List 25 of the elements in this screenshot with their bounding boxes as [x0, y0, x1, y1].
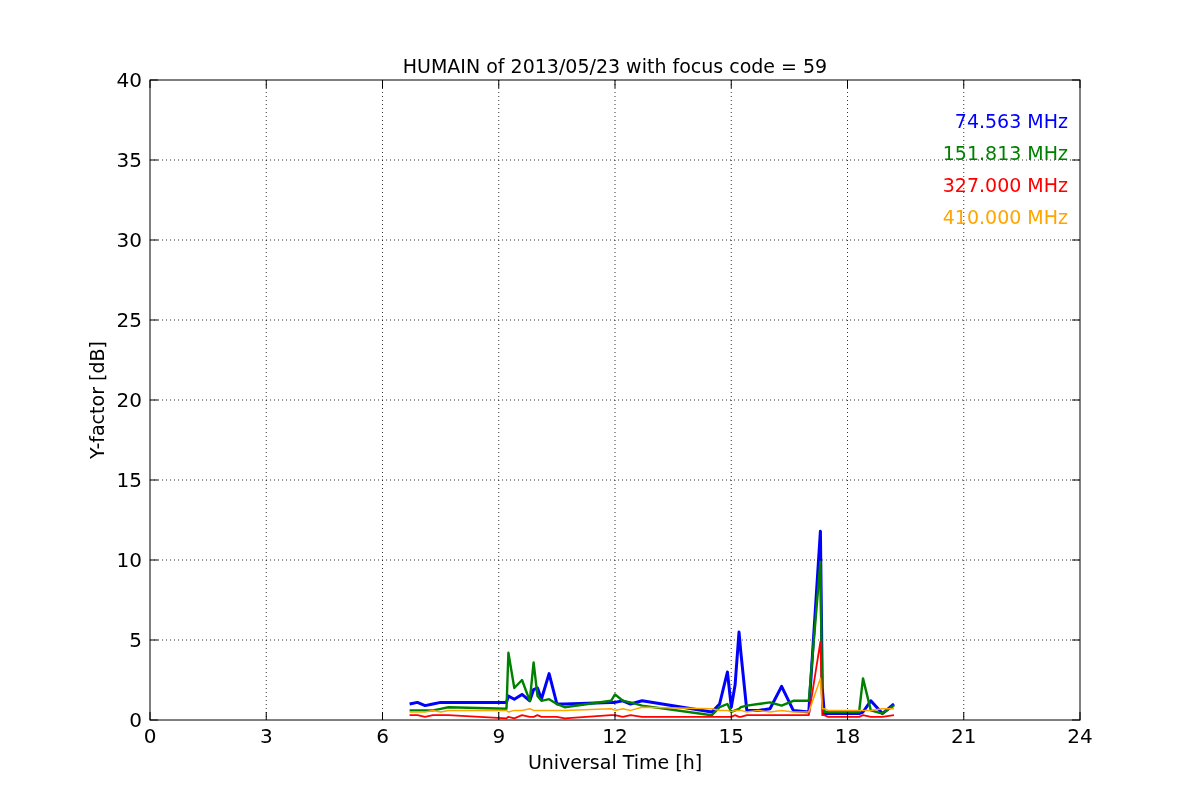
- axis-label: Universal Time [h]: [527, 751, 703, 773]
- tick-label: 18: [834, 724, 861, 748]
- tick-label: 5: [129, 628, 142, 652]
- tick-label: 0: [143, 724, 157, 748]
- tick-label: 25: [116, 308, 142, 332]
- tick-label: 3: [259, 724, 273, 748]
- legend-label: 74.563 MHz: [954, 110, 1068, 132]
- tick-label: 9: [492, 724, 506, 748]
- legend-label: 410.000 MHz: [942, 206, 1068, 228]
- tick-label: 0: [129, 708, 142, 732]
- tick-label: 24: [1067, 724, 1093, 748]
- tick-label: 35: [116, 148, 142, 172]
- tick-label: 15: [718, 724, 744, 748]
- tick-label: 10: [116, 548, 142, 572]
- legend-label: 151.813 MHz: [942, 142, 1068, 164]
- legend-label: 327.000 MHz: [942, 174, 1068, 196]
- tick-label: 6: [376, 724, 389, 748]
- axis-label: Y-factor [dB]: [86, 341, 108, 459]
- tick-label: 40: [116, 68, 142, 92]
- tick-label: 12: [602, 724, 628, 748]
- tick-label: 15: [116, 468, 142, 492]
- tick-label: 20: [116, 388, 142, 412]
- tick-label: 21: [951, 724, 977, 748]
- chart-title: HUMAIN of 2013/05/23 with focus code = 59: [402, 55, 828, 77]
- tick-label: 30: [116, 228, 142, 252]
